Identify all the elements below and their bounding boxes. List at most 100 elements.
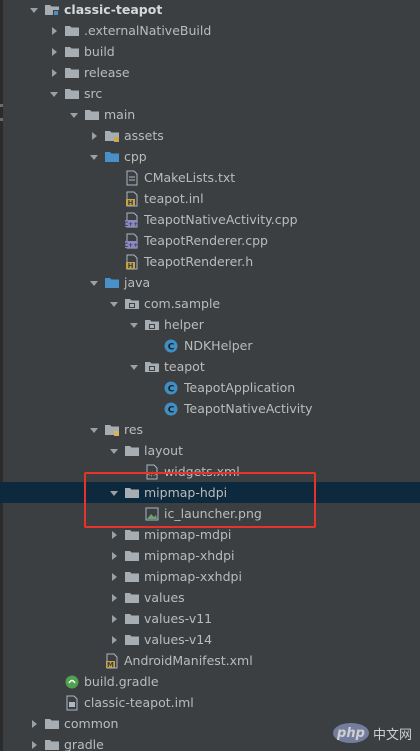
- tree-node-label: values-v14: [144, 632, 213, 647]
- collapsed-arrow-icon[interactable]: [108, 529, 120, 541]
- collapsed-arrow-icon[interactable]: [28, 718, 40, 730]
- tree-node-values[interactable]: values: [0, 587, 420, 608]
- manifest-file-icon: M: [104, 653, 120, 669]
- tree-node-androidmanifest-xml[interactable]: M AndroidManifest.xml: [0, 650, 420, 671]
- tree-node-label: mipmap-mdpi: [144, 527, 232, 542]
- tree-node-label: common: [64, 716, 119, 731]
- svg-text:</>: </>: [146, 471, 158, 478]
- expanded-arrow-icon[interactable]: [88, 277, 100, 289]
- package-icon: [144, 359, 160, 375]
- tree-node-teapotapplication[interactable]: C TeapotApplication: [0, 377, 420, 398]
- tree-node-label: java: [124, 275, 151, 290]
- tree-node-label: main: [104, 107, 136, 122]
- tree-node-build[interactable]: build: [0, 41, 420, 62]
- tree-node-ic-launcher-png[interactable]: ic_launcher.png: [0, 503, 420, 524]
- java-class-icon: C: [164, 401, 180, 417]
- tree-node-release[interactable]: release: [0, 62, 420, 83]
- tree-node-layout[interactable]: layout: [0, 440, 420, 461]
- tree-node-externalnativebuild[interactable]: .externalNativeBuild: [0, 20, 420, 41]
- watermark-php-logo: php: [332, 723, 369, 743]
- tree-node-helper[interactable]: helper: [0, 314, 420, 335]
- folder-icon: [64, 44, 80, 60]
- tree-node-classic-teapot[interactable]: classic-teapot: [0, 0, 420, 20]
- tree-node-label: NDKHelper: [184, 338, 253, 353]
- tree-node-label: res: [124, 422, 144, 437]
- collapsed-arrow-icon[interactable]: [48, 25, 60, 37]
- tree-node-mipmap-xhdpi[interactable]: mipmap-xhdpi: [0, 545, 420, 566]
- tree-node-label: classic-teapot: [64, 2, 163, 17]
- tree-node-widgets-xml[interactable]: </> widgets.xml: [0, 461, 420, 482]
- tree-node-mipmap-hdpi[interactable]: mipmap-hdpi: [0, 482, 420, 503]
- tree-node-java[interactable]: java: [0, 272, 420, 293]
- java-class-icon: C: [164, 338, 180, 354]
- tree-node-main[interactable]: main: [0, 104, 420, 125]
- collapsed-arrow-icon[interactable]: [48, 67, 60, 79]
- tree-node-teapotrenderer-h[interactable]: H TeapotRenderer.h: [0, 251, 420, 272]
- tree-node-cpp[interactable]: cpp: [0, 146, 420, 167]
- tree-node-ndkhelper[interactable]: C NDKHelper: [0, 335, 420, 356]
- tree-node-assets[interactable]: assets: [0, 125, 420, 146]
- tree-node-build-gradle[interactable]: build.gradle: [0, 671, 420, 692]
- collapsed-arrow-icon[interactable]: [28, 739, 40, 751]
- tree-node-mipmap-mdpi[interactable]: mipmap-mdpi: [0, 524, 420, 545]
- cpp-file-icon: C++: [124, 233, 140, 249]
- text-file-icon: [124, 170, 140, 186]
- collapsed-arrow-icon[interactable]: [108, 634, 120, 646]
- folder-icon: [124, 443, 140, 459]
- tree-node-teapotrenderer-cpp[interactable]: C++ TeapotRenderer.cpp: [0, 230, 420, 251]
- folder-icon: [124, 485, 140, 501]
- folder-icon: [44, 737, 60, 751]
- collapsed-arrow-icon[interactable]: [108, 571, 120, 583]
- tree-node-label: widgets.xml: [164, 464, 240, 479]
- expanded-arrow-icon[interactable]: [108, 487, 120, 499]
- tree-node-label: assets: [124, 128, 164, 143]
- tree-node-label: TeapotRenderer.h: [144, 254, 254, 269]
- tree-node-cmakelists-txt[interactable]: CMakeLists.txt: [0, 167, 420, 188]
- folder-icon: [124, 569, 140, 585]
- tree-node-src[interactable]: src: [0, 83, 420, 104]
- svg-text:M: M: [107, 661, 114, 669]
- svg-text:C++: C++: [124, 221, 138, 228]
- source-folder-icon: [104, 275, 120, 291]
- xml-file-icon: </>: [144, 464, 160, 480]
- folder-icon: [84, 107, 100, 123]
- tree-node-teapot-inl[interactable]: Hteapot.inl: [0, 188, 420, 209]
- tree-node-teapot[interactable]: teapot: [0, 356, 420, 377]
- tree-node-label: build.gradle: [84, 674, 159, 689]
- expanded-arrow-icon[interactable]: [88, 424, 100, 436]
- folder-icon: [64, 65, 80, 81]
- tree-node-label: values: [144, 590, 185, 605]
- gutter-mark: [0, 118, 3, 121]
- tree-node-label: values-v11: [144, 611, 213, 626]
- expanded-arrow-icon[interactable]: [128, 361, 140, 373]
- collapsed-arrow-icon[interactable]: [48, 46, 60, 58]
- tree-node-com-sample[interactable]: com.sample: [0, 293, 420, 314]
- tree-node-res[interactable]: res: [0, 419, 420, 440]
- tree-node-label: classic-teapot.iml: [84, 695, 194, 710]
- expanded-arrow-icon[interactable]: [108, 445, 120, 457]
- expanded-arrow-icon[interactable]: [128, 319, 140, 331]
- expanded-arrow-icon[interactable]: [88, 151, 100, 163]
- expanded-arrow-icon[interactable]: [48, 88, 60, 100]
- tree-node-teapotnativeactivity-cpp[interactable]: C++ TeapotNativeActivity.cpp: [0, 209, 420, 230]
- tree-node-classic-teapot-iml[interactable]: classic-teapot.iml: [0, 692, 420, 713]
- tree-node-label: build: [84, 44, 115, 59]
- tree-node-values-v11[interactable]: values-v11: [0, 608, 420, 629]
- tree-node-mipmap-xxhdpi[interactable]: mipmap-xxhdpi: [0, 566, 420, 587]
- image-file-icon: [144, 506, 160, 522]
- collapsed-arrow-icon[interactable]: [88, 130, 100, 142]
- tree-node-values-v14[interactable]: values-v14: [0, 629, 420, 650]
- expanded-arrow-icon[interactable]: [108, 298, 120, 310]
- tree-node-label: gradle: [64, 737, 104, 751]
- tree-node-label: mipmap-xhdpi: [144, 548, 235, 563]
- h-file-icon: H: [124, 254, 140, 270]
- collapsed-arrow-icon[interactable]: [108, 550, 120, 562]
- tree-node-teapotnativeactivity[interactable]: C TeapotNativeActivity: [0, 398, 420, 419]
- folder-icon: [64, 23, 80, 39]
- package-icon: [144, 317, 160, 333]
- expanded-arrow-icon[interactable]: [28, 4, 40, 16]
- collapsed-arrow-icon[interactable]: [108, 592, 120, 604]
- expanded-arrow-icon[interactable]: [68, 109, 80, 121]
- tree-node-label: TeapotRenderer.cpp: [144, 233, 268, 248]
- collapsed-arrow-icon[interactable]: [108, 613, 120, 625]
